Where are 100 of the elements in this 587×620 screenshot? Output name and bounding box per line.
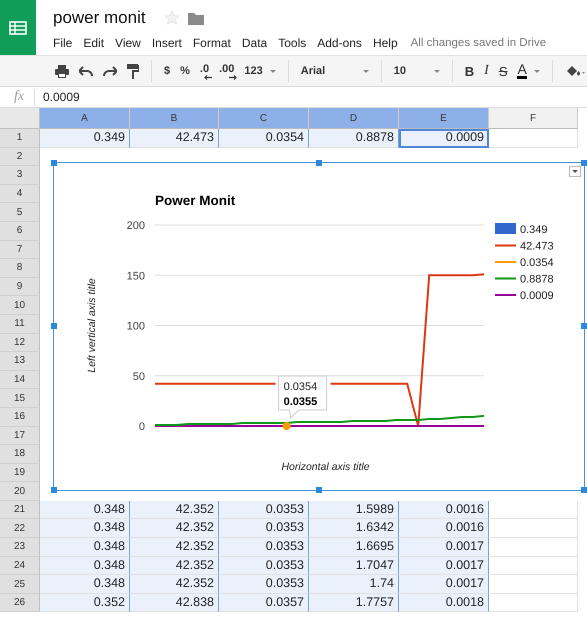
- menu-item[interactable]: Format: [192, 36, 231, 50]
- table-cell[interactable]: 0.0353: [219, 519, 309, 538]
- paint-roller-icon[interactable]: [127, 64, 139, 78]
- row-header[interactable]: 13: [0, 352, 40, 371]
- row-header[interactable]: 12: [0, 334, 40, 352]
- undo-icon[interactable]: [79, 66, 93, 76]
- menu-item[interactable]: Edit: [83, 36, 104, 50]
- table-cell[interactable]: 0.348: [40, 538, 130, 557]
- table-cell[interactable]: 0.0017: [399, 538, 489, 557]
- resize-handle[interactable]: [316, 160, 322, 166]
- table-cell[interactable]: 0.348: [40, 575, 130, 594]
- menu-item[interactable]: Help: [372, 36, 398, 50]
- percent-button[interactable]: %: [180, 62, 190, 80]
- table-cell[interactable]: 0.352: [40, 594, 130, 612]
- table-cell[interactable]: 42.473: [130, 129, 219, 148]
- column-header[interactable]: F: [489, 108, 578, 129]
- table-cell[interactable]: 0.0009: [399, 129, 489, 148]
- row-header[interactable]: 22: [0, 519, 40, 538]
- menu-item[interactable]: File: [53, 36, 72, 50]
- table-cell[interactable]: 0.0016: [399, 519, 489, 538]
- column-header[interactable]: A: [40, 108, 130, 129]
- row-header[interactable]: 25: [0, 575, 40, 594]
- strikethrough-button[interactable]: S: [498, 62, 508, 80]
- row-header[interactable]: 26: [0, 594, 40, 612]
- table-cell[interactable]: 0.0017: [399, 556, 489, 576]
- table-cell[interactable]: 42.352: [130, 500, 219, 520]
- increase-decimals-button[interactable]: .00: [219, 62, 234, 80]
- table-cell[interactable]: 0.0017: [399, 575, 489, 594]
- resize-handle[interactable]: [580, 486, 586, 492]
- sheets-logo-icon[interactable]: [0, 0, 36, 55]
- table-cell[interactable]: 0.0353: [219, 538, 309, 557]
- row-header[interactable]: 17: [0, 426, 40, 446]
- row-header[interactable]: 6: [0, 222, 40, 241]
- menu-item[interactable]: Data: [242, 36, 268, 50]
- print-icon[interactable]: [55, 64, 69, 78]
- text-color-button[interactable]: A: [517, 62, 540, 80]
- row-header[interactable]: 7: [0, 240, 40, 260]
- row-header[interactable]: 9: [0, 278, 40, 296]
- table-cell[interactable]: 0.0016: [399, 500, 489, 520]
- resize-handle[interactable]: [580, 323, 586, 329]
- row-header[interactable]: 24: [0, 556, 40, 576]
- star-icon[interactable]: [164, 10, 180, 26]
- row-header[interactable]: 15: [0, 389, 40, 408]
- table-cell[interactable]: 0.0018: [399, 594, 489, 612]
- row-header[interactable]: 3: [0, 166, 40, 185]
- table-cell[interactable]: 42.352: [130, 575, 219, 594]
- table-cell[interactable]: 42.838: [130, 594, 219, 612]
- row-header[interactable]: 5: [0, 203, 40, 222]
- resize-handle[interactable]: [50, 160, 56, 166]
- menu-item[interactable]: Insert: [152, 36, 182, 50]
- paint-bucket-icon[interactable]: [564, 64, 585, 78]
- table-cell[interactable]: 1.7047: [309, 556, 399, 576]
- table-cell[interactable]: 1.7757: [309, 594, 399, 612]
- table-cell[interactable]: 42.352: [130, 519, 219, 538]
- table-cell[interactable]: 0.348: [40, 500, 130, 520]
- row-header[interactable]: 1: [0, 129, 40, 148]
- menu-item[interactable]: Tools: [278, 36, 306, 50]
- font-dropdown[interactable]: Arial: [300, 62, 369, 80]
- table-cell[interactable]: 0.348: [40, 556, 130, 576]
- currency-button[interactable]: $: [164, 62, 170, 80]
- table-cell[interactable]: 1.74: [309, 575, 399, 594]
- table-cell[interactable]: 1.5989: [309, 500, 399, 520]
- row-header[interactable]: 10: [0, 296, 40, 315]
- table-cell[interactable]: 0.0353: [219, 500, 309, 520]
- chart-menu-icon[interactable]: [569, 166, 581, 177]
- decrease-decimals-button[interactable]: .0: [200, 62, 210, 80]
- row-header[interactable]: 11: [0, 314, 40, 334]
- table-cell[interactable]: 0.8878: [309, 129, 399, 148]
- menu-item[interactable]: Add-ons: [317, 36, 362, 50]
- resize-handle[interactable]: [50, 486, 56, 492]
- row-header[interactable]: 4: [0, 184, 40, 204]
- row-header[interactable]: 21: [0, 500, 40, 520]
- column-header[interactable]: B: [130, 108, 219, 129]
- font-size-dropdown[interactable]: 10: [394, 62, 440, 80]
- resize-handle[interactable]: [50, 323, 56, 329]
- table-cell[interactable]: 42.352: [130, 556, 219, 576]
- row-header[interactable]: 19: [0, 464, 40, 482]
- column-header[interactable]: C: [219, 108, 309, 129]
- chart-panel[interactable]: Power Monit 0 50 100 150 200 Left vertical axis title Horizontal axis title 0.349 42.473 0.0354 0.8878 0.0009 0.0354 0.0355: [53, 162, 585, 491]
- resize-handle[interactable]: [580, 160, 586, 166]
- table-cell[interactable]: 0.0353: [219, 575, 309, 594]
- row-header[interactable]: 2: [0, 148, 40, 166]
- row-header[interactable]: 16: [0, 408, 40, 426]
- column-header[interactable]: D: [309, 108, 399, 129]
- formula-input[interactable]: 0.0009: [43, 90, 80, 104]
- table-cell[interactable]: 0.0353: [219, 556, 309, 576]
- bold-button[interactable]: B: [464, 62, 474, 80]
- menu-item[interactable]: View: [115, 36, 141, 50]
- resize-handle[interactable]: [316, 486, 322, 492]
- italic-button[interactable]: I: [484, 62, 489, 80]
- row-header[interactable]: 18: [0, 445, 40, 464]
- row-header[interactable]: 8: [0, 259, 40, 278]
- table-cell[interactable]: 0.348: [40, 519, 130, 538]
- table-cell[interactable]: 0.349: [40, 129, 130, 148]
- number-format-dropdown[interactable]: 123: [244, 62, 276, 80]
- row-header[interactable]: 20: [0, 482, 40, 501]
- table-cell[interactable]: 0.0357: [219, 594, 309, 612]
- folder-icon[interactable]: [188, 12, 204, 24]
- redo-icon[interactable]: [103, 66, 117, 76]
- row-header[interactable]: 23: [0, 538, 40, 557]
